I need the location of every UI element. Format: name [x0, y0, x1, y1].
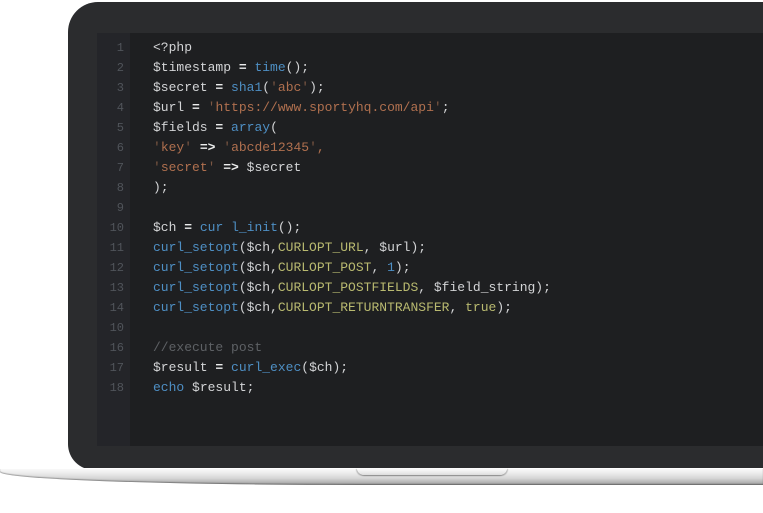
code-line-content: curl_setopt($ch,CURLOPT_POSTFIELDS, $fie…	[130, 278, 551, 298]
code-line: 1 <?php	[97, 38, 763, 58]
code-line-content: $url = 'https://www.sportyhq.com/api';	[130, 98, 450, 118]
code-line: 4 $url = 'https://www.sportyhq.com/api';	[97, 98, 763, 118]
code-line-content: $ch = cur l_init();	[130, 218, 301, 238]
line-number: 6	[97, 138, 130, 158]
code-line-content: $secret = sha1('abc');	[130, 78, 325, 98]
code-line-content	[130, 318, 153, 338]
code-line-content: curl_setopt($ch,CURLOPT_POST, 1);	[130, 258, 411, 278]
laptop-base-notch	[357, 468, 507, 475]
line-number: 11	[97, 238, 130, 258]
code-line-content: $fields = array(	[130, 118, 278, 138]
line-number: 3	[97, 78, 130, 98]
code-lines-container: 1 <?php 2 $timestamp = time(); 3 $secret…	[97, 33, 763, 398]
line-number: 10	[97, 218, 130, 238]
line-number: 17	[97, 358, 130, 378]
line-number: 9	[97, 198, 130, 218]
line-number: 13	[97, 278, 130, 298]
laptop-base	[0, 468, 763, 485]
code-line: 7 'secret' => $secret	[97, 158, 763, 178]
code-line-content	[130, 198, 153, 218]
code-line-content: $result = curl_exec($ch);	[130, 358, 348, 378]
code-line: 14 curl_setopt($ch,CURLOPT_RETURNTRANSFE…	[97, 298, 763, 318]
code-line: 18 echo $result;	[97, 378, 763, 398]
code-line-content: //execute post	[130, 338, 262, 358]
line-number: 18	[97, 378, 130, 398]
code-line: 5 $fields = array(	[97, 118, 763, 138]
code-line: 2 $timestamp = time();	[97, 58, 763, 78]
code-line: 10 $ch = cur l_init();	[97, 218, 763, 238]
code-line: 12 curl_setopt($ch,CURLOPT_POST, 1);	[97, 258, 763, 278]
line-number: 12	[97, 258, 130, 278]
code-line: 6 'key' => 'abcde12345',	[97, 138, 763, 158]
code-line-content: curl_setopt($ch,CURLOPT_URL, $url);	[130, 238, 426, 258]
code-line-content: curl_setopt($ch,CURLOPT_RETURNTRANSFER, …	[130, 298, 512, 318]
code-line: 8 );	[97, 178, 763, 198]
code-line-content: 'key' => 'abcde12345',	[130, 138, 325, 158]
line-number: 1	[97, 38, 130, 58]
line-number: 7	[97, 158, 130, 178]
line-number: 10	[97, 318, 130, 338]
code-editor: 1 <?php 2 $timestamp = time(); 3 $secret…	[97, 33, 763, 446]
line-number: 8	[97, 178, 130, 198]
code-line: 13 curl_setopt($ch,CURLOPT_POSTFIELDS, $…	[97, 278, 763, 298]
line-number: 5	[97, 118, 130, 138]
code-line: 3 $secret = sha1('abc');	[97, 78, 763, 98]
code-line: 10	[97, 318, 763, 338]
line-number: 4	[97, 98, 130, 118]
code-line-content: echo $result;	[130, 378, 254, 398]
code-line: 17 $result = curl_exec($ch);	[97, 358, 763, 378]
code-line: 9	[97, 198, 763, 218]
line-number: 16	[97, 338, 130, 358]
code-line-content: );	[130, 178, 169, 198]
laptop-mockup: 1 <?php 2 $timestamp = time(); 3 $secret…	[0, 0, 763, 513]
line-number: 2	[97, 58, 130, 78]
code-line-content: 'secret' => $secret	[130, 158, 301, 178]
code-line-content: <?php	[130, 38, 192, 58]
line-number: 14	[97, 298, 130, 318]
code-line-content: $timestamp = time();	[130, 58, 309, 78]
code-line: 16 //execute post	[97, 338, 763, 358]
code-line: 11 curl_setopt($ch,CURLOPT_URL, $url);	[97, 238, 763, 258]
